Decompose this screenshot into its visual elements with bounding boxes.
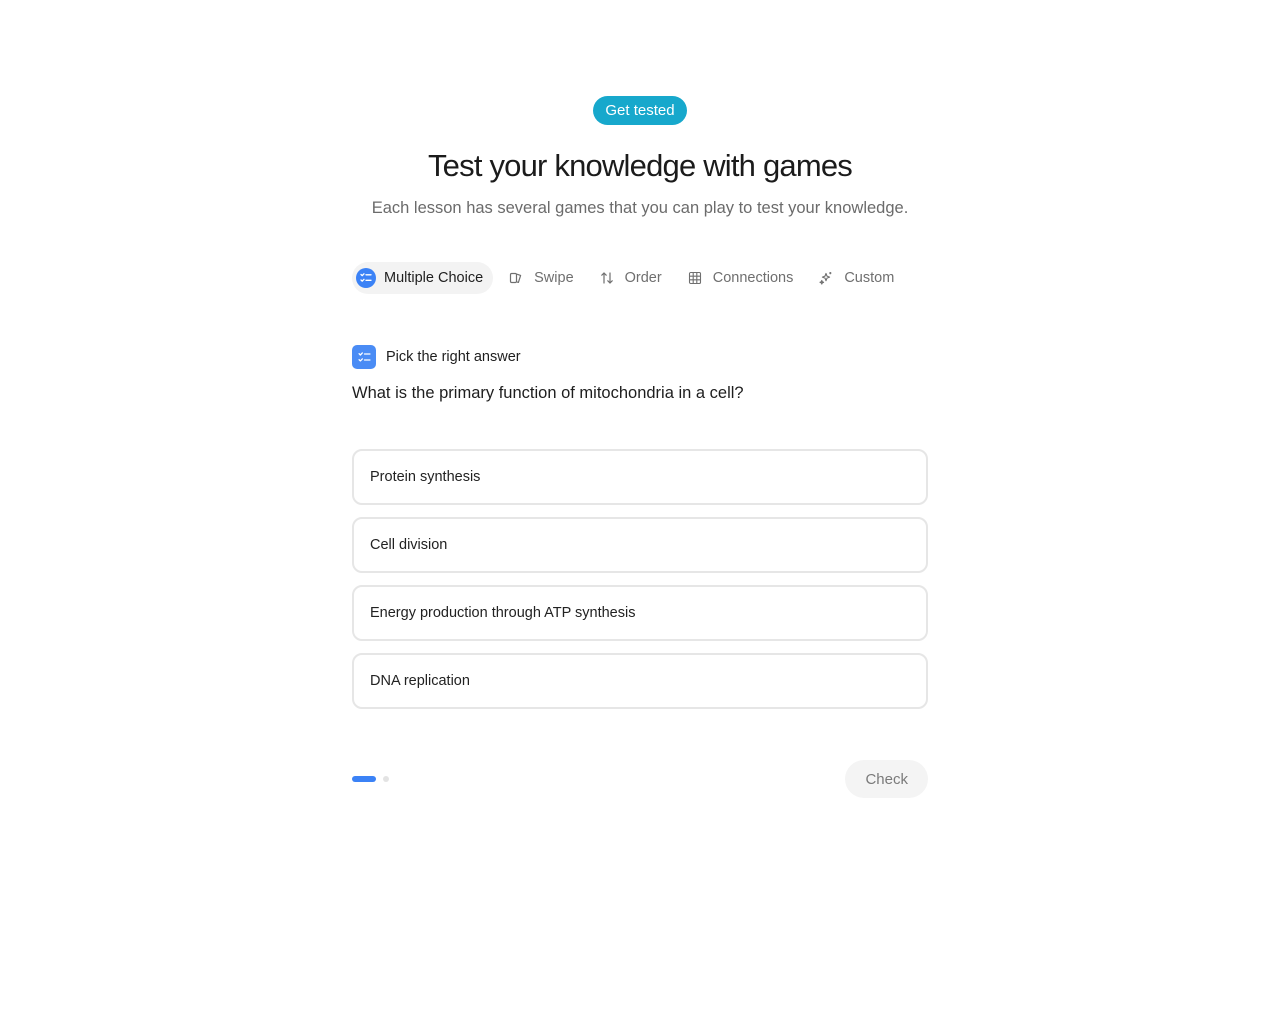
tab-label: Connections xyxy=(712,270,794,286)
swipe-cards-icon xyxy=(506,268,526,288)
question-text: What is the primary function of mitochon… xyxy=(352,384,744,402)
answer-option[interactable]: Energy production through ATP synthesis xyxy=(352,585,928,641)
tab-label: Swipe xyxy=(534,270,574,286)
progress-dot-current xyxy=(352,776,376,782)
tab-order[interactable]: Order xyxy=(593,262,672,294)
answer-option[interactable]: DNA replication xyxy=(352,653,928,709)
checklist-icon xyxy=(352,345,376,369)
hero-section: Get tested Test your knowledge with game… xyxy=(0,96,1280,219)
question-footer: Check xyxy=(352,760,928,798)
sparkles-icon xyxy=(816,268,836,288)
checklist-icon xyxy=(356,268,376,288)
tab-multiple-choice[interactable]: Multiple Choice xyxy=(352,262,494,294)
question-instruction: Pick the right answer xyxy=(386,349,521,365)
get-tested-badge: Get tested xyxy=(593,96,687,125)
tab-connections[interactable]: Connections xyxy=(681,262,804,294)
sort-arrows-icon xyxy=(597,268,617,288)
page-title: Test your knowledge with games xyxy=(427,148,853,183)
tab-swipe[interactable]: Swipe xyxy=(502,262,584,294)
answer-option[interactable]: Cell division xyxy=(352,517,928,573)
game-type-tabs: Multiple Choice Swipe Order Connections xyxy=(352,262,928,294)
tab-label: Multiple Choice xyxy=(384,270,484,286)
grid-icon xyxy=(685,268,705,288)
page-subtitle: Each lesson has several games that you c… xyxy=(371,199,909,217)
answer-options: Protein synthesis Cell division Energy p… xyxy=(352,449,928,721)
question-header: Pick the right answer xyxy=(352,345,521,369)
progress-dots xyxy=(352,776,389,782)
progress-dot xyxy=(383,776,389,782)
answer-option[interactable]: Protein synthesis xyxy=(352,449,928,505)
check-button[interactable]: Check xyxy=(845,760,928,798)
tab-label: Custom xyxy=(844,270,895,286)
tab-custom[interactable]: Custom xyxy=(812,262,904,294)
tab-label: Order xyxy=(624,270,662,286)
